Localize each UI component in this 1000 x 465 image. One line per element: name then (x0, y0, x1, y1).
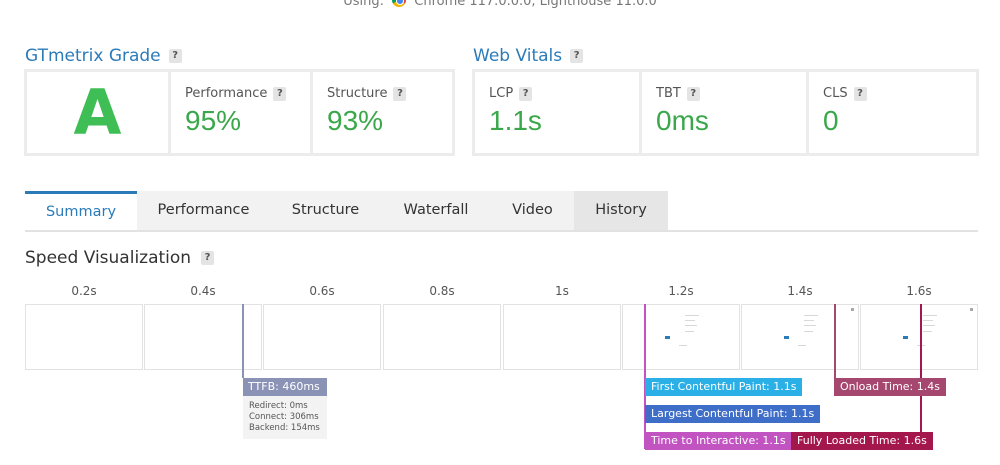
metric-label: LCP (489, 86, 514, 101)
metric-label: CLS (823, 86, 848, 101)
time-to-interactive-marker: Time to Interactive: 1.1s (645, 432, 792, 450)
help-icon[interactable]: ? (686, 86, 700, 101)
performance-score: Performance? 95% (171, 72, 310, 153)
filmstrip-frame[interactable] (263, 304, 381, 370)
tab-structure[interactable]: Structure (270, 191, 381, 230)
time-tick: 1.6s (906, 284, 932, 298)
largest-contentful-paint-marker: Largest Contentful Paint: 1.1s (645, 405, 821, 423)
first-contentful-paint-marker: First Contentful Paint: 1.1s (645, 378, 803, 396)
tab-waterfall[interactable]: Waterfall (381, 191, 491, 230)
tab-history[interactable]: History (574, 191, 668, 230)
grade-letter: A (73, 76, 122, 149)
grade-box: A (27, 72, 168, 153)
filmstrip-frame[interactable] (383, 304, 501, 370)
tab-video[interactable]: Video (491, 191, 574, 230)
gtmetrix-grade-title: GTmetrix Grade ? (25, 46, 182, 66)
help-icon[interactable]: ? (168, 49, 182, 63)
ttfb-box: TTFB: 460ms Redirect: 0ms Connect: 306ms… (243, 378, 327, 439)
filmstrip-frame[interactable] (25, 304, 143, 370)
connect-time: Connect: 306ms (249, 412, 319, 422)
fully-loaded-time-marker: Fully Loaded Time: 1.6s (791, 432, 933, 450)
help-icon[interactable]: ? (853, 86, 867, 101)
filmstrip-frame[interactable] (144, 304, 262, 370)
help-icon[interactable]: ? (393, 86, 407, 101)
web-vitals-title: Web Vitals ? (473, 46, 584, 66)
ttfb-details: Redirect: 0ms Connect: 306ms Backend: 15… (243, 396, 327, 439)
time-tick: 0.2s (71, 284, 97, 298)
tbt-metric: TBT? 0ms (642, 72, 806, 153)
metric-value: 0ms (656, 105, 709, 136)
time-tick: 1s (555, 284, 569, 298)
browser-version: Chrome 117.0.0.0, Lighthouse 11.0.0 (414, 0, 657, 9)
help-icon[interactable]: ? (201, 251, 215, 265)
tab-summary[interactable]: Summary (25, 191, 137, 230)
ttfb-label: TTFB: 460ms (243, 378, 327, 396)
metric-value: 0 (823, 105, 839, 136)
time-tick: 1.4s (787, 284, 813, 298)
ttfb-line (242, 304, 244, 378)
page-thumbnail (861, 305, 977, 369)
metric-label: TBT (656, 86, 681, 101)
help-icon[interactable]: ? (570, 49, 584, 63)
filmstrip-frame[interactable] (741, 304, 859, 370)
grade-panel: A Performance? 95% Structure? 93% (24, 69, 455, 156)
time-tick: 0.6s (309, 284, 335, 298)
time-tick: 0.8s (429, 284, 455, 298)
tab-performance[interactable]: Performance (137, 191, 270, 230)
help-icon[interactable]: ? (519, 86, 533, 101)
metric-value: 95% (185, 105, 242, 136)
lcp-metric: LCP? 1.1s (475, 72, 639, 153)
redirect-time: Redirect: 0ms (249, 401, 308, 411)
metric-value: 1.1s (489, 105, 542, 136)
page-thumbnail (623, 305, 739, 369)
metric-label: Performance (185, 86, 268, 101)
page-thumbnail (742, 305, 858, 369)
web-vitals-panel: LCP? 1.1s TBT? 0ms CLS? 0 (472, 69, 979, 156)
speed-visualization-title: Speed Visualization ? (25, 248, 215, 268)
report-tabs: Summary Performance Structure Waterfall … (25, 191, 978, 232)
onload-time-marker: Onload Time: 1.4s (834, 378, 946, 396)
metric-value: 93% (327, 105, 384, 136)
using-label: Using: (343, 0, 384, 9)
time-tick: 1.2s (668, 284, 694, 298)
filmstrip-frame[interactable] (622, 304, 740, 370)
onload-line (834, 304, 836, 378)
cls-metric: CLS? 0 (809, 72, 976, 153)
backend-time: Backend: 154ms (249, 423, 320, 433)
filmstrip-frame[interactable] (860, 304, 978, 370)
fully-loaded-line (920, 304, 922, 449)
filmstrip-frame[interactable] (503, 304, 621, 370)
help-icon[interactable]: ? (273, 86, 287, 101)
chrome-icon (392, 0, 407, 7)
paint-marker-line (644, 304, 646, 449)
metric-label: Structure (327, 86, 388, 101)
structure-score: Structure? 93% (313, 72, 452, 153)
test-environment: Using: Chrome 117.0.0.0, Lighthouse 11.0… (0, 0, 1000, 9)
time-tick: 0.4s (190, 284, 216, 298)
